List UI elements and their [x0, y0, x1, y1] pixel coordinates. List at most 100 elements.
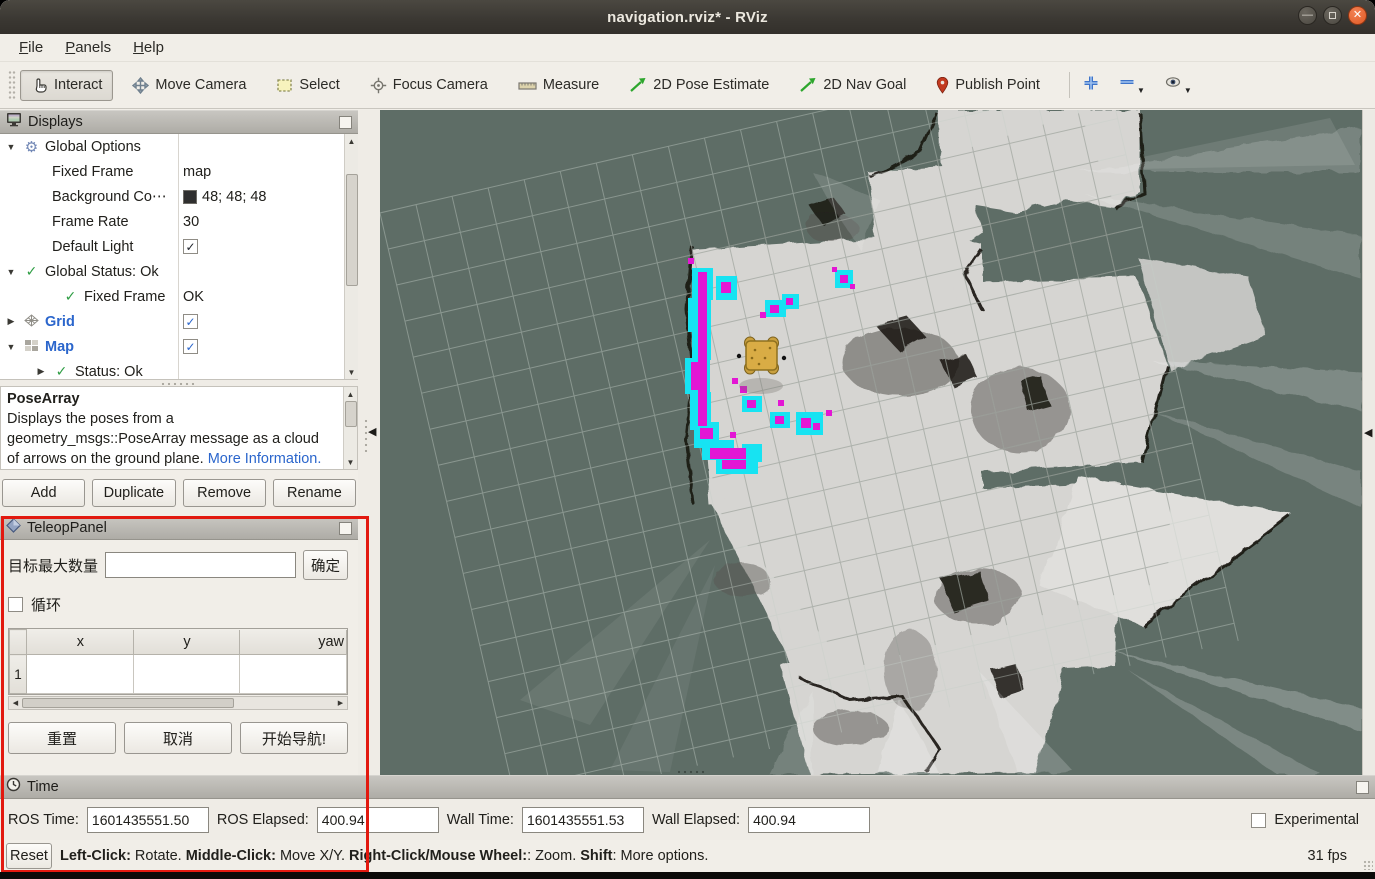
tree-row-fixed-frame-status[interactable]: ✓ Fixed Frame OK: [0, 284, 358, 309]
scrollbar-thumb[interactable]: [345, 401, 357, 427]
teleop-panel-header[interactable]: TeleopPanel: [0, 516, 358, 540]
tree-value[interactable]: map: [183, 164, 211, 180]
tree-row-map[interactable]: ▼ Map ✓: [0, 334, 358, 359]
tree-value[interactable]: 48; 48; 48: [202, 189, 267, 205]
duplicate-button[interactable]: Duplicate: [92, 479, 175, 507]
tool-2d-nav-goal[interactable]: 2D Nav Goal: [788, 70, 917, 100]
left-panel-splitter[interactable]: ◀: [358, 110, 380, 775]
visibility-tool[interactable]: ▼: [1161, 70, 1194, 101]
add-button[interactable]: Add: [2, 479, 85, 507]
right-panel-splitter[interactable]: ◀: [1362, 110, 1375, 775]
tool-measure[interactable]: Measure: [507, 70, 610, 100]
cancel-button[interactable]: 取消: [124, 722, 232, 754]
menu-help[interactable]: Help: [124, 37, 173, 58]
color-swatch[interactable]: [183, 190, 197, 204]
minimize-button[interactable]: —: [1298, 6, 1317, 25]
cell-yaw[interactable]: [240, 655, 347, 694]
experimental-checkbox[interactable]: [1251, 813, 1266, 828]
start-navigation-button[interactable]: 开始导航!: [240, 722, 348, 754]
render-viewport[interactable]: [380, 110, 1362, 775]
tool-move-camera[interactable]: Move Camera: [121, 70, 257, 101]
maximize-button[interactable]: [1323, 6, 1342, 25]
titlebar[interactable]: navigation.rviz* - RViz — ✕: [0, 0, 1375, 34]
scrollbar-thumb[interactable]: [346, 174, 358, 286]
displays-scrollbar[interactable]: ▲ ▼: [344, 134, 358, 379]
chevron-down-icon[interactable]: ▼: [1137, 86, 1145, 95]
scroll-up-icon[interactable]: ▲: [345, 134, 359, 148]
expander-icon[interactable]: ▼: [4, 342, 18, 352]
cell-y[interactable]: [133, 655, 240, 694]
tool-select[interactable]: Select: [265, 70, 350, 101]
tree-row-background-color[interactable]: Background Co⋯ 48; 48; 48: [0, 184, 358, 209]
scrollbar-thumb[interactable]: [22, 698, 234, 708]
confirm-button[interactable]: 确定: [303, 550, 348, 580]
max-goal-input[interactable]: [105, 552, 296, 578]
panel-float-button[interactable]: [339, 116, 352, 129]
toolbar-drag-handle[interactable]: [8, 70, 16, 100]
tree-row-global-status[interactable]: ▼ ✓ Global Status: Ok: [0, 259, 358, 284]
tree-row-global-options[interactable]: ▼ ⚙ Global Options: [0, 134, 358, 159]
description-scrollbar[interactable]: ▲ ▼: [343, 387, 357, 469]
menu-panels[interactable]: Panels: [56, 37, 120, 58]
wall-time-input[interactable]: [522, 807, 644, 833]
panel-float-button[interactable]: [339, 522, 352, 535]
reset-goals-button[interactable]: 重置: [8, 722, 116, 754]
displays-panel-header[interactable]: Displays: [0, 110, 358, 134]
tree-row-default-light[interactable]: Default Light ✓: [0, 234, 358, 259]
close-button[interactable]: ✕: [1348, 6, 1367, 25]
collapse-left-icon[interactable]: ◀: [1364, 426, 1372, 439]
scroll-right-icon[interactable]: ▶: [334, 697, 347, 709]
remove-display-tool[interactable]: ▼: [1116, 70, 1147, 101]
scroll-down-icon[interactable]: ▼: [344, 455, 358, 469]
menu-file[interactable]: File: [10, 37, 52, 58]
collapse-left-icon[interactable]: ◀: [368, 425, 376, 438]
grid-checkbox[interactable]: ✓: [183, 314, 198, 329]
expander-icon[interactable]: ▶: [34, 366, 48, 377]
more-information-link[interactable]: More Information.: [208, 451, 322, 467]
column-header-y[interactable]: y: [133, 630, 240, 655]
panel-float-button[interactable]: [1356, 781, 1369, 794]
tree-row-frame-rate[interactable]: Frame Rate 30: [0, 209, 358, 234]
tool-label: Publish Point: [955, 77, 1040, 93]
default-light-checkbox[interactable]: ✓: [183, 239, 198, 254]
wall-elapsed-input[interactable]: [748, 807, 870, 833]
column-header-yaw[interactable]: yaw: [240, 630, 347, 655]
loop-label: 循环: [31, 594, 61, 615]
rename-button[interactable]: Rename: [273, 479, 356, 507]
row-header[interactable]: 1: [10, 655, 27, 694]
column-header-x[interactable]: x: [27, 630, 134, 655]
window-resize-grip[interactable]: [1363, 860, 1373, 870]
tree-row-grid[interactable]: ▶ Grid ✓: [0, 309, 358, 334]
reset-button[interactable]: Reset: [6, 843, 52, 869]
tree-row-fixed-frame[interactable]: Fixed Frame map: [0, 159, 358, 184]
viewport-bottom-splitter-handle[interactable]: [676, 770, 706, 774]
table-horizontal-scrollbar[interactable]: ◀ ▶: [8, 696, 348, 710]
ros-elapsed-input[interactable]: [317, 807, 439, 833]
move-arrows-icon: [132, 77, 149, 94]
scroll-down-icon[interactable]: ▼: [345, 365, 359, 379]
remove-button[interactable]: Remove: [183, 479, 266, 507]
tree-row-map-status[interactable]: ▶ ✓ Status: Ok: [0, 359, 358, 380]
cell-x[interactable]: [27, 655, 134, 694]
expander-icon[interactable]: ▶: [4, 316, 18, 327]
chevron-down-icon[interactable]: ▼: [1184, 86, 1192, 95]
tool-publish-point[interactable]: Publish Point: [925, 70, 1051, 101]
expander-icon[interactable]: ▼: [4, 267, 18, 277]
add-display-tool[interactable]: [1080, 70, 1102, 101]
time-panel-header[interactable]: Time: [0, 775, 1375, 799]
expander-icon[interactable]: ▼: [4, 142, 18, 152]
clock-icon: [6, 777, 21, 797]
scroll-left-icon[interactable]: ◀: [9, 697, 22, 709]
loop-checkbox[interactable]: [8, 597, 23, 612]
tool-interact[interactable]: Interact: [20, 70, 113, 101]
screen-edge: [0, 872, 1375, 879]
time-panel-title: Time: [27, 779, 59, 795]
tool-2d-pose-estimate[interactable]: 2D Pose Estimate: [618, 70, 780, 100]
teleop-panel-title: TeleopPanel: [27, 520, 107, 536]
map-checkbox[interactable]: ✓: [183, 339, 198, 354]
tool-focus-camera[interactable]: Focus Camera: [359, 70, 499, 101]
ros-time-input[interactable]: [87, 807, 209, 833]
scroll-up-icon[interactable]: ▲: [344, 387, 358, 401]
display-actions: Add Duplicate Remove Rename: [0, 470, 358, 516]
tree-value[interactable]: 30: [183, 214, 199, 230]
